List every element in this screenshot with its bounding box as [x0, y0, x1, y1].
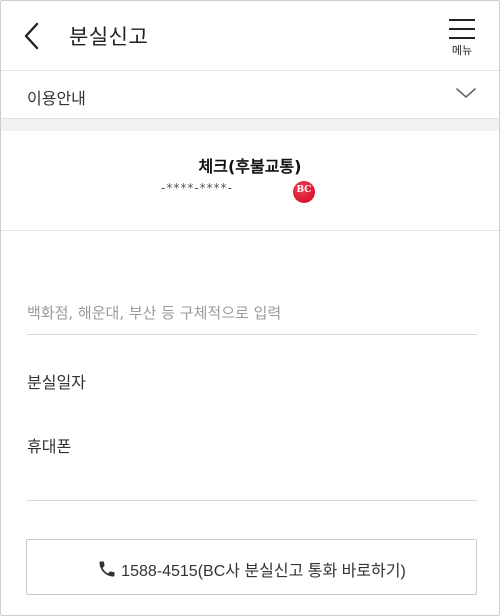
- section-divider: [1, 119, 499, 131]
- phone-label: 휴대폰: [27, 437, 72, 456]
- loss-place-input[interactable]: [27, 295, 477, 331]
- page-title: 분실신고: [69, 25, 149, 49]
- back-button[interactable]: [19, 21, 47, 51]
- bc-logo-icon: BC: [293, 181, 315, 203]
- chevron-down-icon: [456, 88, 476, 98]
- phone-icon: [99, 561, 115, 577]
- menu-button[interactable]: 메뉴: [447, 15, 477, 59]
- hamburger-icon: [449, 19, 475, 39]
- loss-place-field: [27, 295, 477, 335]
- usage-info-toggle[interactable]: 이용안내: [1, 71, 499, 119]
- card-name: 체크(후불교통): [198, 157, 302, 176]
- page-frame: 분실신고 메뉴 이용안내 체크(후불교통) -****-****- BC 분실일…: [0, 0, 500, 616]
- header: 분실신고 메뉴: [1, 1, 499, 71]
- bc-logo-text: BC: [296, 185, 312, 195]
- call-button[interactable]: 1588-4515(BC사 분실신고 통화 바로하기): [26, 539, 477, 595]
- usage-info-label: 이용안내: [27, 89, 86, 108]
- loss-date-field[interactable]: 분실일자: [27, 369, 477, 399]
- loss-date-label: 분실일자: [27, 373, 86, 392]
- menu-label: 메뉴: [451, 44, 473, 57]
- card-info: 체크(후불교통) -****-****- BC: [1, 131, 499, 231]
- card-number: -****-****-: [161, 181, 233, 195]
- call-button-content: 1588-4515(BC사 분실신고 통화 바로하기): [27, 557, 476, 581]
- phone-field[interactable]: 휴대폰: [27, 433, 477, 501]
- call-button-label: 1588-4515(BC사 분실신고 통화 바로하기): [121, 563, 406, 580]
- chevron-left-icon: [24, 22, 39, 50]
